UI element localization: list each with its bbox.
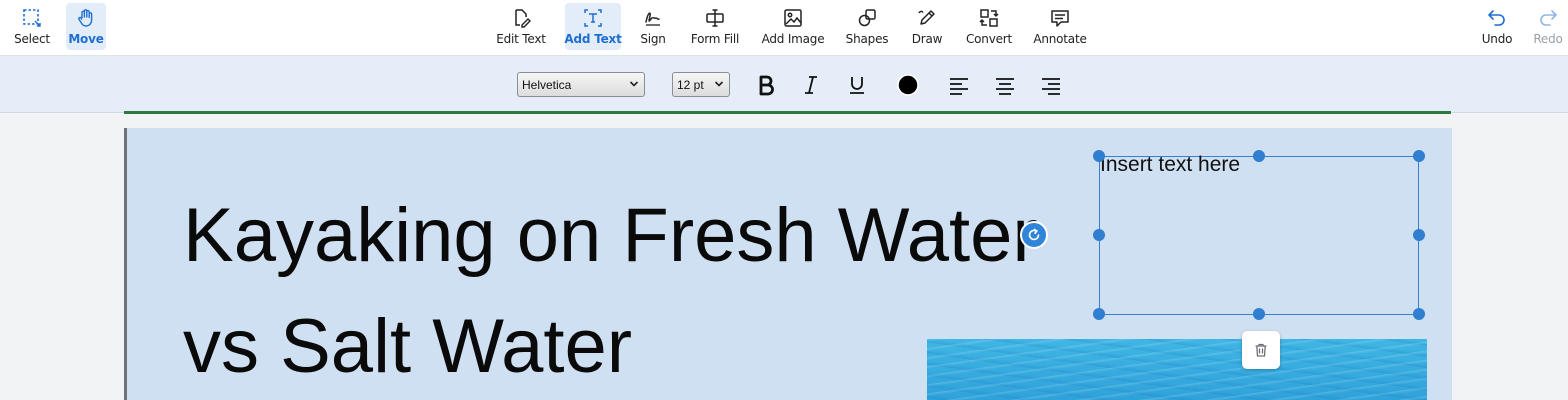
trash-icon bbox=[1255, 343, 1267, 357]
undo-label: Undo bbox=[1481, 32, 1513, 46]
resize-handle-top-left[interactable] bbox=[1093, 150, 1105, 162]
water-photo[interactable] bbox=[927, 339, 1427, 400]
select-icon bbox=[23, 9, 41, 27]
convert-button[interactable]: Convert bbox=[964, 3, 1014, 50]
underline-icon bbox=[850, 77, 864, 94]
resize-handle-bottom[interactable] bbox=[1253, 308, 1265, 320]
draw-button[interactable]: Draw bbox=[909, 3, 945, 50]
image-icon bbox=[784, 9, 802, 27]
title-line-2: vs Salt Water bbox=[183, 304, 633, 389]
rotate-icon bbox=[1028, 228, 1040, 241]
font-size-value: 12 pt bbox=[677, 77, 704, 92]
hand-icon bbox=[78, 9, 93, 27]
bold-button[interactable] bbox=[752, 72, 780, 98]
delete-button[interactable] bbox=[1242, 331, 1280, 369]
bold-icon bbox=[759, 75, 774, 96]
align-center-icon bbox=[996, 78, 1014, 95]
undo-icon bbox=[1488, 10, 1505, 26]
text-box-placeholder[interactable]: Insert text here bbox=[1100, 153, 1240, 177]
align-right-button[interactable] bbox=[1037, 72, 1065, 98]
italic-button[interactable] bbox=[797, 72, 825, 98]
resize-handle-bottom-left[interactable] bbox=[1093, 308, 1105, 320]
select-tool-button[interactable]: Select bbox=[9, 3, 55, 50]
add-text-icon bbox=[584, 9, 602, 27]
move-tool-label: Move bbox=[68, 32, 104, 46]
font-family-select[interactable]: Helvetica bbox=[517, 72, 645, 97]
form-fill-icon bbox=[706, 9, 724, 27]
move-tool-button[interactable]: Move bbox=[66, 3, 106, 50]
text-box-frame[interactable] bbox=[1099, 156, 1419, 315]
document-title[interactable]: Kayaking on Fresh Water vs Salt Water bbox=[183, 180, 1038, 400]
redo-label: Redo bbox=[1533, 32, 1563, 46]
add-text-label: Add Text bbox=[564, 32, 622, 46]
draw-label: Draw bbox=[911, 32, 943, 46]
font-family-value: Helvetica bbox=[522, 77, 572, 92]
undo-button[interactable]: Undo bbox=[1478, 3, 1516, 50]
edit-text-label: Edit Text bbox=[496, 32, 546, 46]
select-tool-label: Select bbox=[14, 32, 50, 46]
edit-text-icon bbox=[515, 9, 531, 28]
main-toolbar: Select Move Edit Text Add Text Sign Form… bbox=[0, 0, 1568, 56]
redo-icon bbox=[1540, 10, 1557, 26]
previous-page-edge bbox=[124, 111, 1451, 114]
add-image-button[interactable]: Add Image bbox=[761, 3, 825, 50]
resize-handle-left[interactable] bbox=[1093, 229, 1105, 241]
resize-handle-top-right[interactable] bbox=[1413, 150, 1425, 162]
text-color-button[interactable] bbox=[894, 72, 922, 98]
align-right-icon bbox=[1042, 78, 1060, 95]
align-left-icon bbox=[950, 78, 968, 95]
form-fill-label: Form Fill bbox=[690, 32, 740, 46]
align-left-button[interactable] bbox=[945, 72, 973, 98]
add-image-label: Add Image bbox=[761, 32, 825, 46]
align-center-button[interactable] bbox=[991, 72, 1019, 98]
signature-icon bbox=[645, 12, 660, 26]
edit-text-button[interactable]: Edit Text bbox=[494, 3, 548, 50]
color-swatch-icon bbox=[897, 74, 919, 96]
shapes-button[interactable]: Shapes bbox=[845, 3, 889, 50]
annotate-label: Annotate bbox=[1033, 32, 1087, 46]
shapes-icon bbox=[858, 9, 876, 27]
chevron-down-icon bbox=[714, 81, 724, 87]
convert-icon bbox=[979, 9, 999, 27]
form-fill-button[interactable]: Form Fill bbox=[689, 3, 741, 50]
pencil-icon bbox=[918, 10, 935, 25]
sign-label: Sign bbox=[640, 32, 666, 46]
title-line-1: Kayaking on Fresh Water bbox=[183, 193, 1038, 278]
convert-label: Convert bbox=[965, 32, 1013, 46]
resize-handle-right[interactable] bbox=[1413, 229, 1425, 241]
text-format-bar: Helvetica 12 pt bbox=[0, 56, 1568, 113]
chevron-down-icon bbox=[629, 81, 639, 87]
underline-button[interactable] bbox=[843, 72, 871, 98]
font-size-select[interactable]: 12 pt bbox=[672, 72, 730, 97]
annotate-button[interactable]: Annotate bbox=[1033, 3, 1087, 50]
shapes-label: Shapes bbox=[845, 32, 889, 46]
add-text-button[interactable]: Add Text bbox=[564, 3, 622, 50]
sign-button[interactable]: Sign bbox=[636, 3, 670, 50]
italic-icon bbox=[805, 76, 817, 94]
redo-button[interactable]: Redo bbox=[1530, 3, 1566, 50]
rotate-handle[interactable] bbox=[1020, 221, 1048, 249]
resize-handle-bottom-right[interactable] bbox=[1413, 308, 1425, 320]
comment-icon bbox=[1051, 10, 1069, 27]
resize-handle-top[interactable] bbox=[1253, 150, 1265, 162]
